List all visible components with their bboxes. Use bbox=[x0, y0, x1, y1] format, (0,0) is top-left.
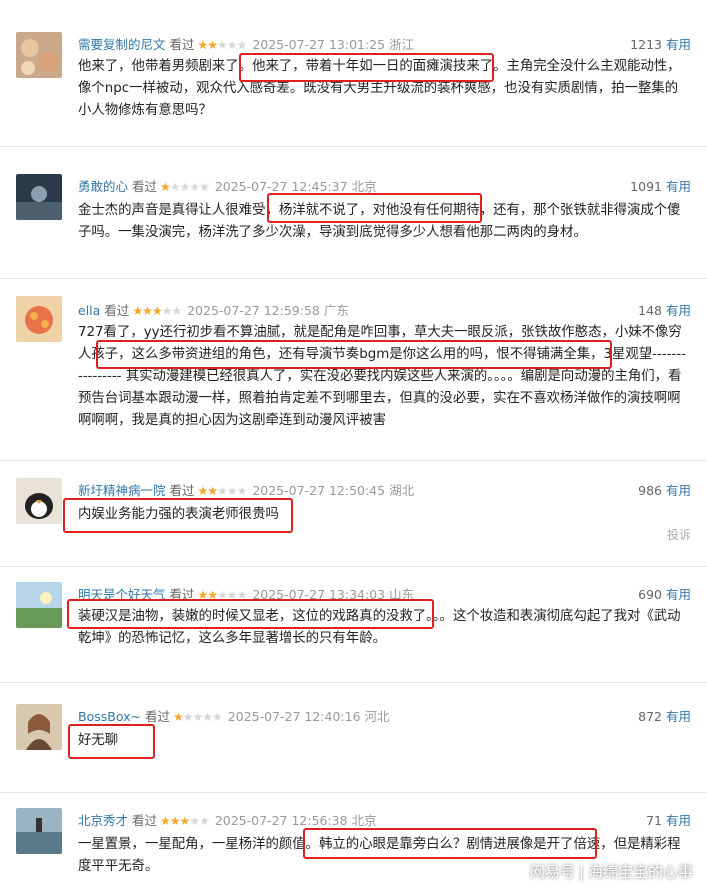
report-link[interactable]: 投诉 bbox=[667, 526, 691, 543]
review-location: 浙江 bbox=[389, 37, 415, 52]
useful-button[interactable]: 有用 bbox=[666, 813, 691, 828]
review-time: 2025-07-27 12:56:38 bbox=[214, 813, 348, 828]
username-link[interactable]: ella bbox=[78, 303, 100, 318]
review-location: 广东 bbox=[323, 303, 349, 318]
avatar[interactable] bbox=[16, 808, 62, 854]
useful-button[interactable]: 有用 bbox=[666, 179, 691, 194]
star-rating: ★★★★★ bbox=[160, 180, 210, 194]
useful-button[interactable]: 有用 bbox=[666, 709, 691, 724]
useful-button[interactable]: 有用 bbox=[666, 37, 691, 52]
review-text: 金士杰的声音是真得让人很难受，杨洋就不说了，对他没有任何期待，还有，那个张铁就非… bbox=[78, 203, 681, 240]
review-meta: BossBox~ 看过 ★★★★★ 2025-07-27 12:40:16 河北 bbox=[78, 706, 390, 725]
vote-count: 1213 有用 bbox=[630, 34, 691, 53]
review-time: 2025-07-27 13:34:03 bbox=[252, 587, 386, 602]
vote-number: 148 bbox=[638, 303, 662, 318]
watched-label: 看过 bbox=[144, 709, 170, 724]
watermark-account: 海绵宝宝的心事 bbox=[587, 863, 693, 881]
watched-label: 看过 bbox=[104, 303, 130, 318]
username-link[interactable]: 北京秀才 bbox=[78, 813, 128, 828]
useful-button[interactable]: 有用 bbox=[666, 587, 691, 602]
review-time: 2025-07-27 12:59:58 bbox=[187, 303, 320, 318]
review-time: 2025-07-27 12:45:37 bbox=[214, 179, 348, 194]
star-rating: ★★★★★ bbox=[132, 304, 182, 318]
review-meta: 勇敢的心 看过 ★★★★★ 2025-07-27 12:45:37 北京 bbox=[78, 176, 377, 195]
watermark: 网易号 | 海绵宝宝的心事 bbox=[530, 861, 693, 882]
vote-count: 986 有用 bbox=[638, 480, 691, 499]
review-item: 新圩精神病一院 看过 ★★★★★ 2025-07-27 12:50:45 湖北 986 有… bbox=[0, 470, 707, 567]
vote-number: 1213 bbox=[630, 37, 662, 52]
review-meta: 明天是个好天气 看过 ★★★★★ 2025-07-27 13:34:03 山东 bbox=[78, 584, 414, 603]
review-item: 勇敢的心 看过 ★★★★★ 2025-07-27 12:45:37 北京 1091 有用 … bbox=[0, 160, 707, 279]
vote-number: 872 bbox=[638, 709, 662, 724]
watermark-divider: | bbox=[578, 863, 584, 881]
review-text: 好无聊 bbox=[78, 733, 119, 748]
review-time: 2025-07-27 12:50:45 bbox=[252, 483, 386, 498]
avatar[interactable] bbox=[16, 478, 62, 524]
review-meta: 需要复制的尼文 看过 ★★★★★ 2025-07-27 13:01:25 浙江 bbox=[78, 34, 414, 53]
watched-label: 看过 bbox=[132, 813, 158, 828]
review-text: 内娱业务能力强的表演老师很贵吗 bbox=[78, 507, 279, 522]
useful-button[interactable]: 有用 bbox=[666, 483, 691, 498]
review-location: 北京 bbox=[351, 179, 377, 194]
username-link[interactable]: BossBox~ bbox=[78, 709, 141, 724]
vote-number: 986 bbox=[638, 483, 662, 498]
review-location: 山东 bbox=[389, 587, 415, 602]
username-link[interactable]: 新圩精神病一院 bbox=[78, 483, 166, 498]
star-rating: ★★★★★ bbox=[197, 588, 248, 602]
avatar[interactable] bbox=[16, 704, 62, 750]
review-time: 2025-07-27 13:01:25 bbox=[252, 37, 386, 52]
star-rating: ★★★★★ bbox=[197, 484, 248, 498]
star-rating: ★★★★★ bbox=[172, 710, 223, 724]
vote-number: 1091 bbox=[630, 179, 662, 194]
review-text: 他来了，他带着男频剧来了。他来了，带着十年如一日的面瘫演技来了。主角完全没什么主… bbox=[78, 59, 681, 118]
vote-count: 1091 有用 bbox=[630, 176, 691, 195]
username-link[interactable]: 需要复制的尼文 bbox=[78, 37, 166, 52]
review-item: 明天是个好天气 看过 ★★★★★ 2025-07-27 13:34:03 山东 690 有… bbox=[0, 574, 707, 683]
vote-number: 690 bbox=[638, 587, 662, 602]
avatar[interactable] bbox=[16, 296, 62, 342]
star-rating: ★★★★★ bbox=[160, 814, 210, 828]
vote-count: 690 有用 bbox=[638, 584, 691, 603]
vote-count: 148 有用 bbox=[638, 300, 691, 319]
review-item: BossBox~ 看过 ★★★★★ 2025-07-27 12:40:16 河北 872… bbox=[0, 692, 707, 793]
review-meta: 新圩精神病一院 看过 ★★★★★ 2025-07-27 12:50:45 湖北 bbox=[78, 480, 414, 499]
star-rating: ★★★★★ bbox=[197, 38, 248, 52]
watched-label: 看过 bbox=[169, 587, 195, 602]
review-item: ella 看过 ★★★★★ 2025-07-27 12:59:58 广东 148 有用 7… bbox=[0, 290, 707, 461]
watched-label: 看过 bbox=[132, 179, 158, 194]
review-item: 需要复制的尼文 看过 ★★★★★ 2025-07-27 13:01:25 浙江 1213… bbox=[0, 18, 707, 147]
review-location: 湖北 bbox=[389, 483, 415, 498]
review-meta: ella 看过 ★★★★★ 2025-07-27 12:59:58 广东 bbox=[78, 300, 349, 319]
review-text: 装硬汉是油物，装嫩的时候又显老，这位的戏路真的没救了。。。这个妆造和表演彻底勾起… bbox=[78, 609, 681, 646]
review-meta: 北京秀才 看过 ★★★★★ 2025-07-27 12:56:38 北京 bbox=[78, 810, 377, 829]
avatar[interactable] bbox=[16, 174, 62, 220]
watched-label: 看过 bbox=[169, 37, 195, 52]
username-link[interactable]: 勇敢的心 bbox=[78, 179, 128, 194]
watermark-brand: 网易号 bbox=[529, 863, 575, 881]
avatar[interactable] bbox=[16, 582, 62, 628]
review-location: 北京 bbox=[351, 813, 377, 828]
avatar[interactable] bbox=[16, 32, 62, 78]
review-text: 727看了，yy还行初步看不算油腻，就是配角是咋回事，草大夫一眼反派，张铁故作憨… bbox=[78, 325, 687, 428]
username-link[interactable]: 明天是个好天气 bbox=[78, 587, 166, 602]
vote-number: 71 bbox=[646, 813, 662, 828]
watched-label: 看过 bbox=[169, 483, 195, 498]
review-time: 2025-07-27 12:40:16 bbox=[227, 709, 361, 724]
useful-button[interactable]: 有用 bbox=[666, 303, 691, 318]
vote-count: 71 有用 bbox=[646, 810, 691, 829]
review-location: 河北 bbox=[364, 709, 390, 724]
vote-count: 872 有用 bbox=[638, 706, 691, 725]
